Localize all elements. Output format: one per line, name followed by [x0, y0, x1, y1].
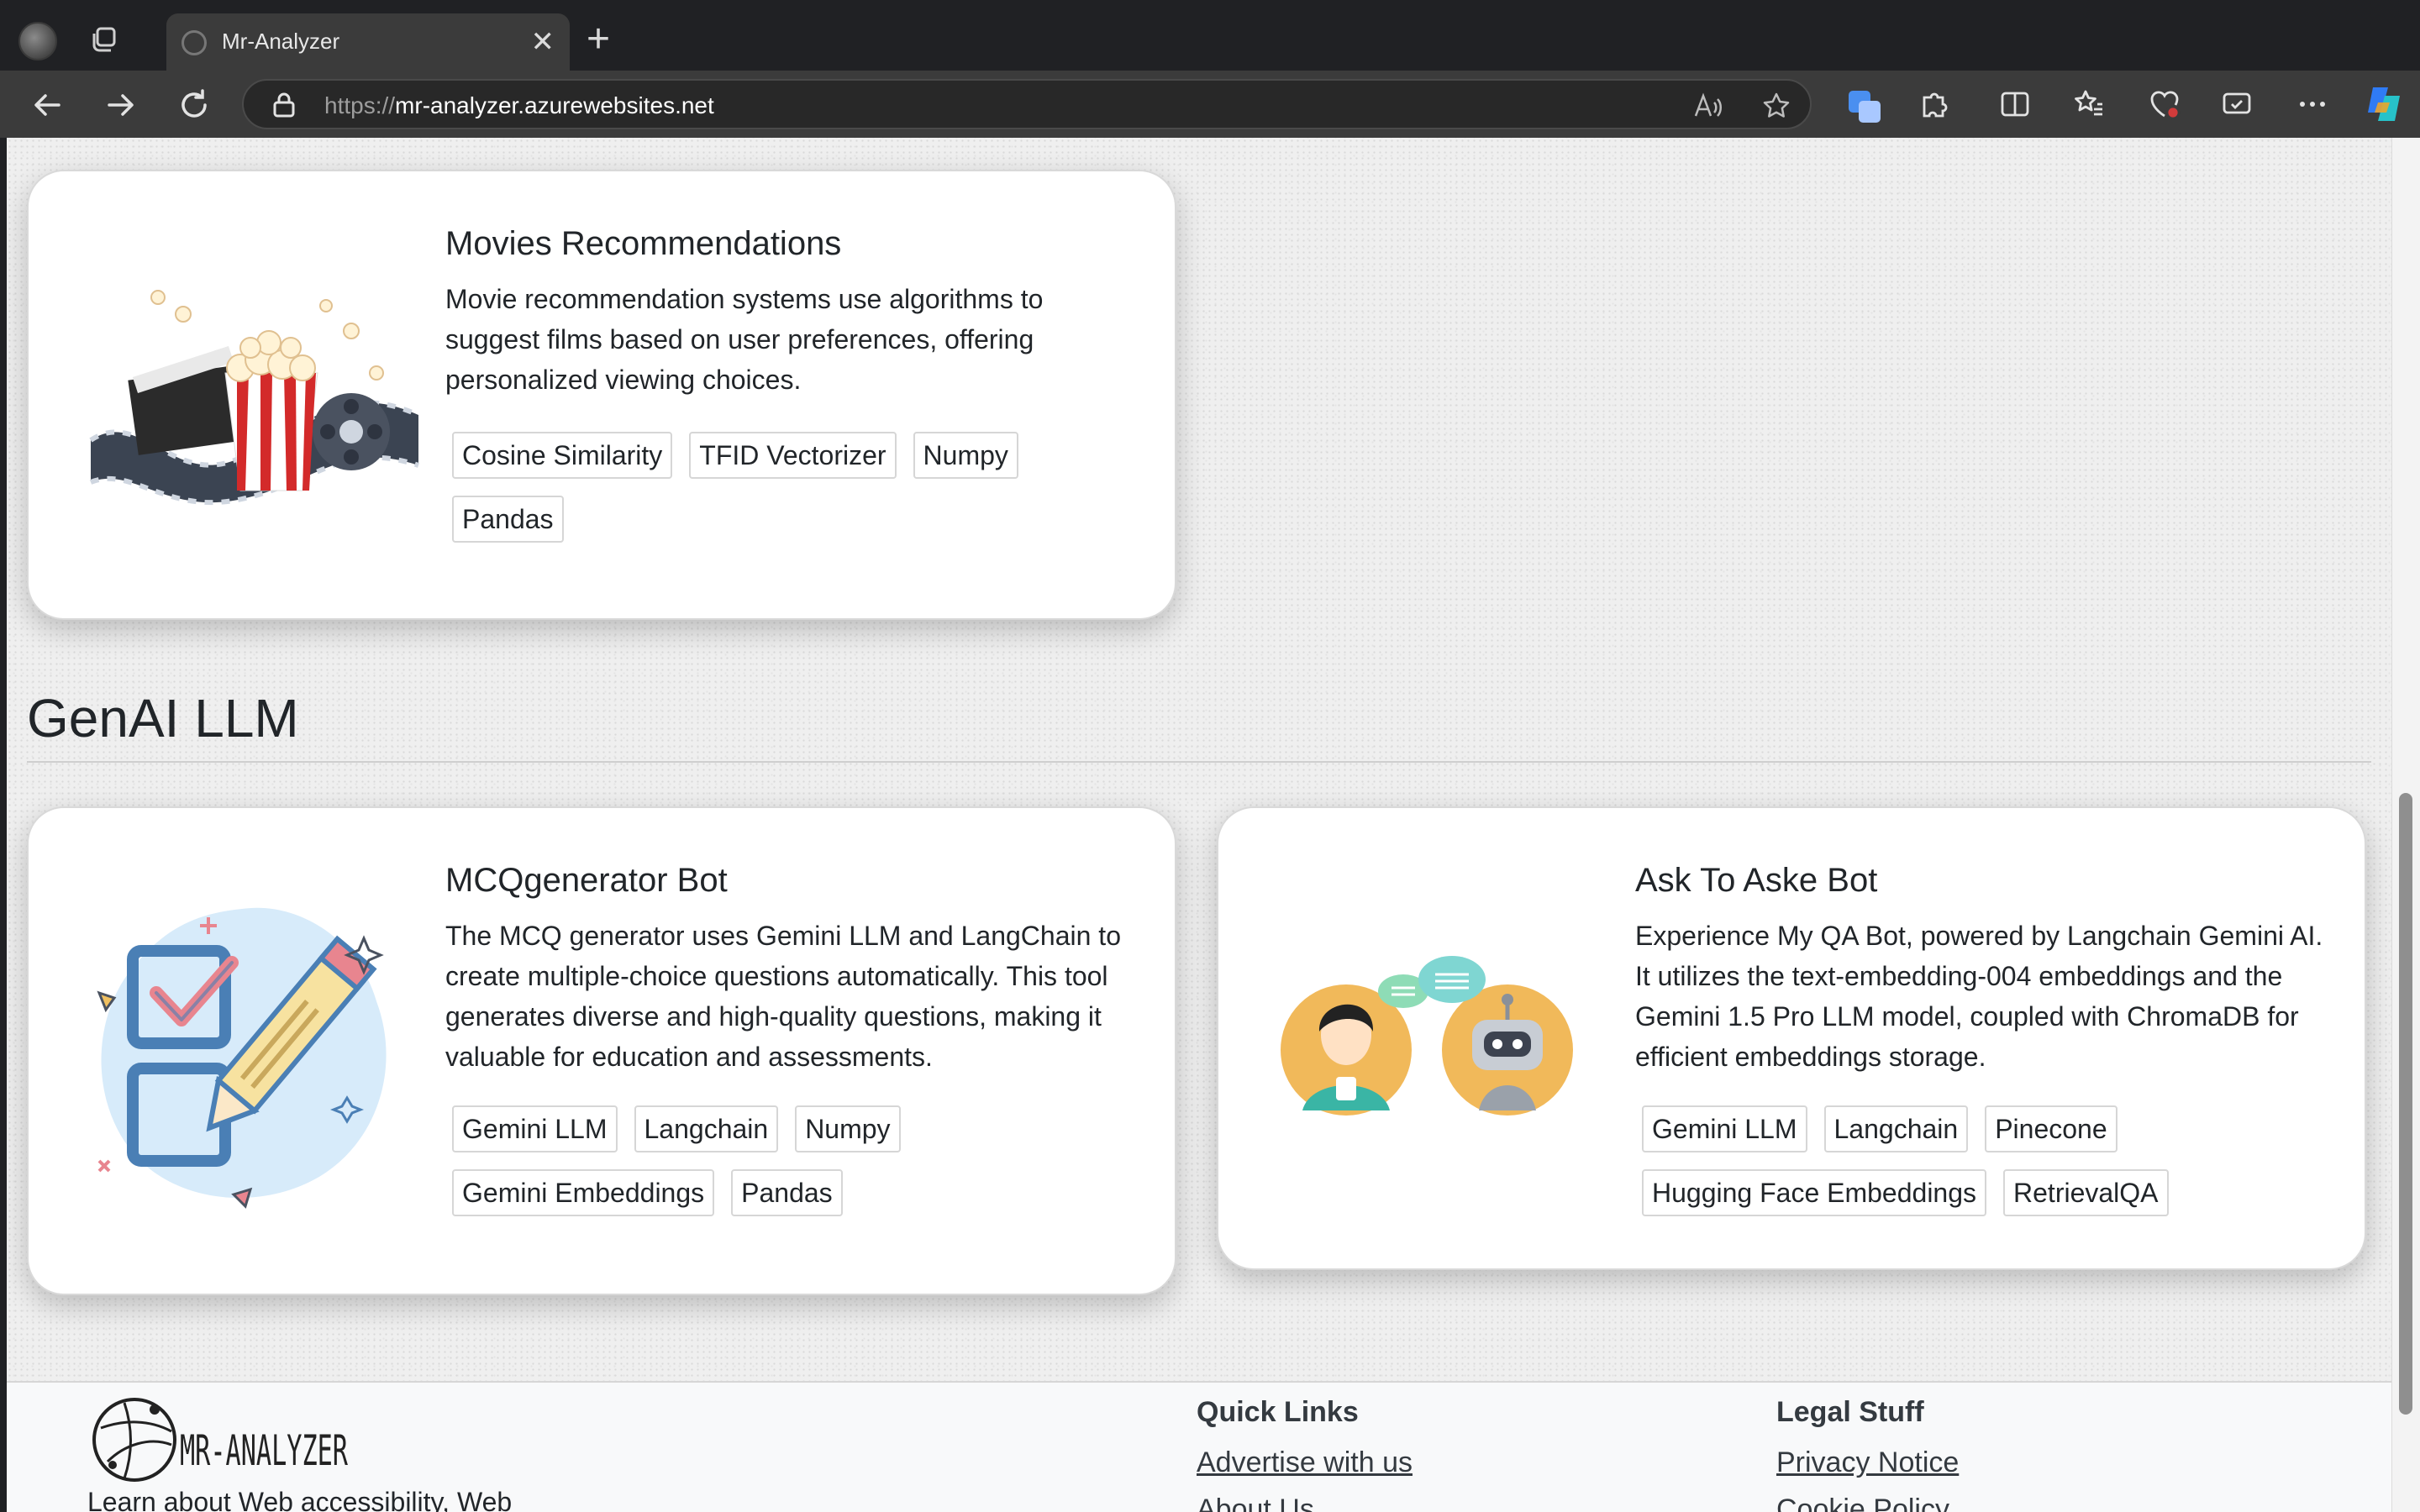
tag: Gemini Embeddings [452, 1169, 715, 1216]
browser-toolbar: https://mr-analyzer.azurewebsites.net [0, 71, 2420, 138]
card-description: Experience My QA Bot, powered by Langcha… [1635, 921, 2323, 1072]
person-robot-chat-illustration [1277, 951, 1580, 1123]
tag: Langchain [1823, 1105, 1969, 1152]
tag: Langchain [634, 1105, 779, 1152]
browser-tab-strip: Mr-Analyzer ✕ + [0, 0, 2420, 71]
tag: TFID Vectorizer [689, 432, 897, 479]
card-title: Ask To Aske Bot [1635, 862, 1878, 899]
tab-actions-icon[interactable] [87, 24, 121, 57]
lock-icon[interactable] [272, 92, 296, 118]
tag: Numpy [795, 1105, 901, 1152]
card-description: The MCQ generator uses Gemini LLM and La… [445, 921, 1121, 1072]
footer-link-advertise[interactable]: Advertise with us [1197, 1446, 1413, 1479]
tab-close-icon[interactable]: ✕ [531, 25, 555, 59]
tag: Gemini LLM [1642, 1105, 1807, 1152]
back-arrow-icon[interactable] [29, 86, 67, 124]
screenshot-icon[interactable] [2220, 87, 2254, 121]
collections-extension-icon[interactable] [1847, 87, 1881, 123]
site-logo[interactable]: MR-ANALYZER [91, 1394, 351, 1491]
section-title: GenAI LLM [27, 688, 299, 748]
extensions-puzzle-icon[interactable] [1918, 87, 1951, 121]
url-host: mr-analyzer.azurewebsites.net [395, 92, 714, 118]
section-divider [27, 761, 2371, 763]
tag: Pandas [452, 496, 564, 543]
copilot-icon[interactable] [2363, 82, 2407, 126]
scrollbar-thumb[interactable] [2399, 793, 2412, 1415]
favorites-list-icon[interactable] [2072, 87, 2106, 121]
url-text[interactable]: https://mr-analyzer.azurewebsites.net [324, 92, 714, 119]
address-bar[interactable]: https://mr-analyzer.azurewebsites.net [242, 79, 1812, 129]
favorite-star-icon[interactable] [1761, 91, 1791, 121]
tag: Cosine Similarity [452, 432, 673, 479]
project-card-mcq-generator[interactable]: MCQgenerator Bot The MCQ generator uses … [27, 806, 1176, 1295]
tag: RetrievalQA [2003, 1169, 2169, 1216]
page-scrollbar[interactable] [2391, 138, 2420, 1512]
new-tab-icon[interactable]: + [587, 18, 610, 60]
tab-favicon-icon [182, 30, 207, 55]
tag: Pinecone [1985, 1105, 2118, 1152]
quick-links-heading: Quick Links [1197, 1396, 1359, 1428]
footer-about-text: Learn about Web accessibility, Web [87, 1487, 513, 1512]
profile-avatar[interactable] [18, 22, 57, 60]
more-options-icon[interactable] [2296, 87, 2329, 121]
read-aloud-icon[interactable] [1692, 91, 1723, 121]
tag: Pandas [731, 1169, 843, 1216]
tag-list: Cosine Similarity TFID Vectorizer Numpy … [452, 432, 1141, 543]
tab-title: Mr-Analyzer [222, 29, 340, 54]
footer-link-privacy-notice[interactable]: Privacy Notice [1776, 1446, 1959, 1479]
card-title: Movies Recommendations [445, 225, 842, 262]
project-card-qa-bot[interactable]: Ask To Aske Bot Experience My QA Bot, po… [1217, 806, 2366, 1270]
legal-stuff-heading: Legal Stuff [1776, 1396, 1924, 1428]
footer-link-cookie-policy[interactable]: Cookie Policy [1776, 1494, 1949, 1512]
url-scheme: https:// [324, 92, 396, 118]
tag-list: Gemini LLM Langchain Pinecone Hugging Fa… [1642, 1105, 2331, 1216]
site-footer: MR-ANALYZER Learn about Web accessibilit… [7, 1381, 2391, 1512]
split-screen-icon[interactable] [1998, 87, 2032, 121]
browser-tab[interactable]: Mr-Analyzer ✕ [166, 13, 570, 71]
reload-icon[interactable] [175, 86, 213, 124]
forward-arrow-icon[interactable] [101, 86, 139, 124]
project-card-movies[interactable]: Movies Recommendations Movie recommendat… [27, 170, 1176, 620]
logo-text: MR-ANALYZER [180, 1426, 349, 1475]
movie-reel-popcorn-illustration [74, 281, 427, 520]
card-description: Movie recommendation systems use algorit… [445, 284, 1044, 395]
tag-list: Gemini LLM Langchain Numpy Gemini Embedd… [452, 1105, 1141, 1216]
tag: Gemini LLM [452, 1105, 618, 1152]
page-content: Movies Recommendations Movie recommendat… [7, 138, 2391, 1512]
tag: Numpy [913, 432, 1018, 479]
browser-essentials-icon[interactable] [2148, 87, 2181, 121]
checklist-pencil-illustration [82, 892, 402, 1215]
card-title: MCQgenerator Bot [445, 862, 728, 899]
footer-link-about-us[interactable]: About Us [1197, 1494, 1314, 1512]
tag: Hugging Face Embeddings [1642, 1169, 1987, 1216]
